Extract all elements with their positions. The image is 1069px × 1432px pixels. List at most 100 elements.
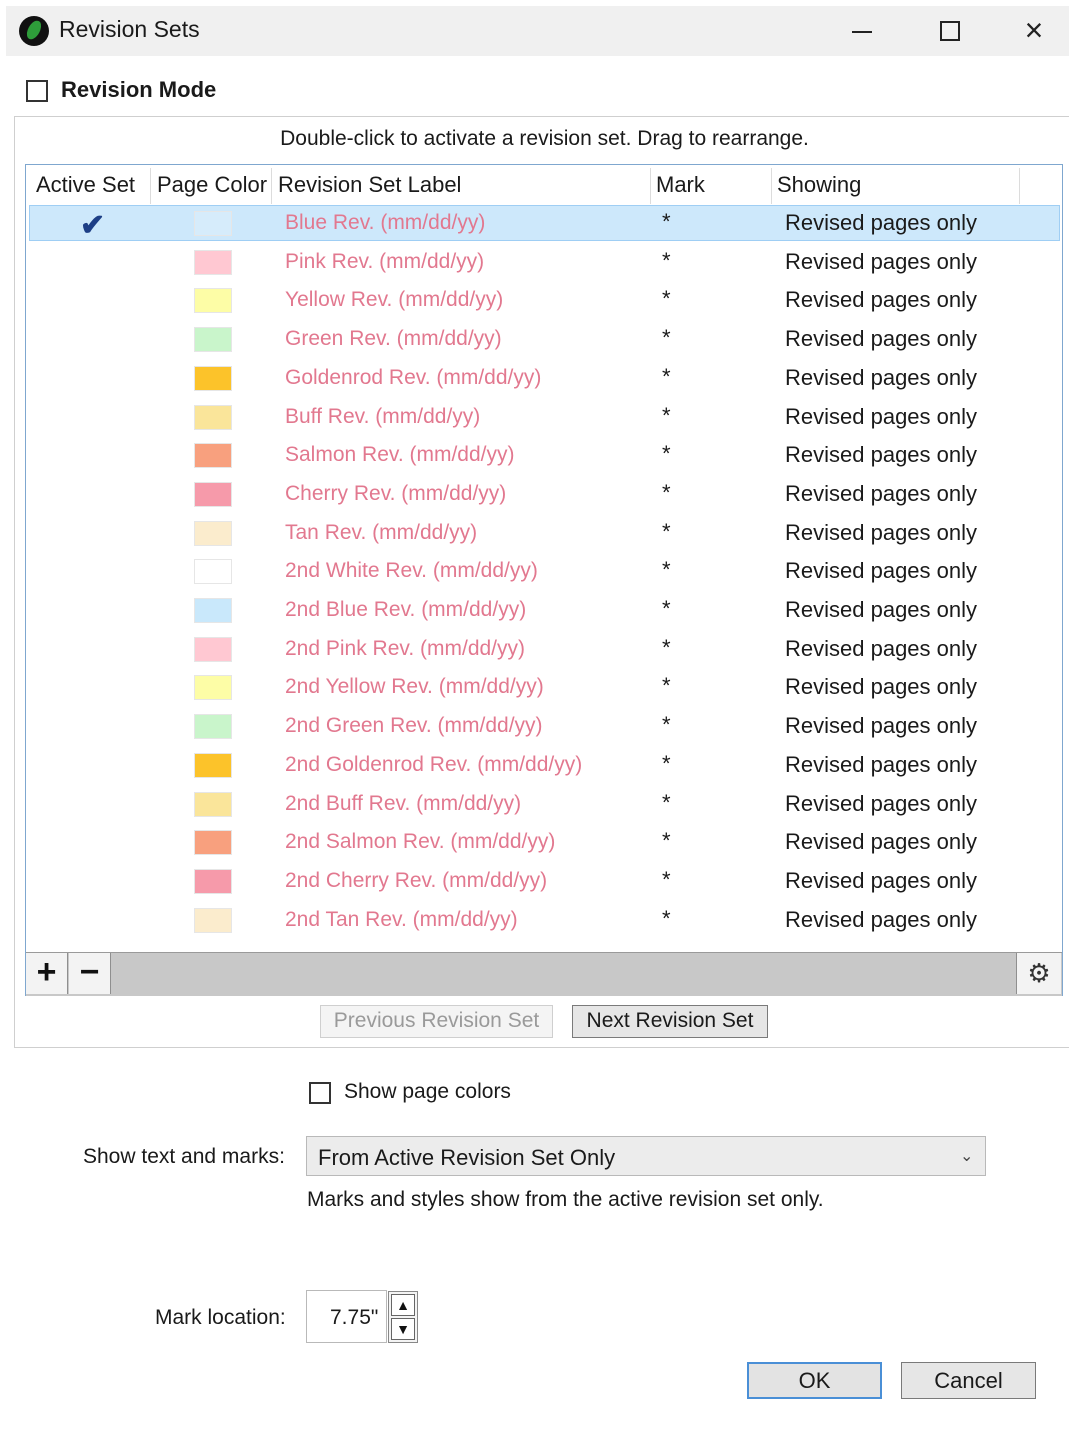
page-color-swatch bbox=[194, 559, 232, 584]
revision-mark: * bbox=[662, 790, 671, 815]
revision-set-label[interactable]: Tan Rev. (mm/dd/yy) bbox=[285, 521, 477, 545]
next-revision-set-button[interactable]: Next Revision Set bbox=[572, 1005, 768, 1038]
revision-mode-label: Revision Mode bbox=[61, 77, 217, 102]
page-color-swatch bbox=[194, 675, 232, 700]
show-text-marks-value: From Active Revision Set Only bbox=[318, 1145, 616, 1170]
showing-value[interactable]: Revised pages only bbox=[785, 404, 977, 430]
table-toolbar bbox=[26, 952, 1062, 996]
showing-value[interactable]: Revised pages only bbox=[785, 210, 977, 236]
revision-set-label[interactable]: Pink Rev. (mm/dd/yy) bbox=[285, 250, 484, 274]
showing-value[interactable]: Revised pages only bbox=[785, 907, 977, 933]
revision-set-label[interactable]: 2nd White Rev. (mm/dd/yy) bbox=[285, 559, 538, 583]
page-color-swatch bbox=[194, 482, 232, 507]
showing-value[interactable]: Revised pages only bbox=[785, 597, 977, 623]
revision-set-label[interactable]: 2nd Buff Rev. (mm/dd/yy) bbox=[285, 792, 521, 816]
column-header-mark[interactable]: Mark bbox=[656, 172, 705, 198]
revision-mark: * bbox=[662, 906, 671, 931]
showing-value[interactable]: Revised pages only bbox=[785, 868, 977, 894]
showing-value[interactable]: Revised pages only bbox=[785, 520, 977, 546]
revision-mark: * bbox=[662, 364, 671, 389]
showing-value[interactable]: Revised pages only bbox=[785, 442, 977, 468]
revision-set-label[interactable]: Green Rev. (mm/dd/yy) bbox=[285, 327, 502, 351]
revision-set-label[interactable]: Salmon Rev. (mm/dd/yy) bbox=[285, 443, 515, 467]
remove-revision-set-button[interactable]: − bbox=[69, 953, 111, 994]
page-color-swatch bbox=[194, 327, 232, 352]
cancel-button[interactable]: Cancel bbox=[901, 1362, 1036, 1399]
page-color-swatch bbox=[194, 637, 232, 662]
revision-mark: * bbox=[662, 248, 671, 273]
gear-icon[interactable]: ⚙ bbox=[1016, 953, 1061, 994]
page-color-swatch bbox=[194, 908, 232, 933]
page-color-swatch bbox=[194, 753, 232, 778]
page-color-swatch bbox=[194, 714, 232, 739]
page-color-swatch bbox=[194, 405, 232, 430]
showing-value[interactable]: Revised pages only bbox=[785, 249, 977, 275]
column-header-active-set[interactable]: Active Set bbox=[36, 172, 135, 198]
column-header-showing[interactable]: Showing bbox=[777, 172, 861, 198]
previous-revision-set-button[interactable]: Previous Revision Set bbox=[320, 1005, 553, 1038]
stepper-up-icon[interactable]: ▲ bbox=[391, 1294, 415, 1316]
ok-button[interactable]: OK bbox=[747, 1362, 882, 1399]
revision-mode-checkbox[interactable] bbox=[26, 80, 48, 102]
page-color-swatch bbox=[194, 250, 232, 275]
revision-set-label[interactable]: 2nd Tan Rev. (mm/dd/yy) bbox=[285, 908, 518, 932]
showing-value[interactable]: Revised pages only bbox=[785, 829, 977, 855]
revision-set-label[interactable]: Yellow Rev. (mm/dd/yy) bbox=[285, 288, 503, 312]
minimize-button[interactable] bbox=[840, 10, 880, 50]
showing-value[interactable]: Revised pages only bbox=[785, 365, 977, 391]
column-divider bbox=[150, 168, 151, 204]
stepper-down-icon[interactable]: ▼ bbox=[391, 1318, 415, 1340]
revision-set-label[interactable]: 2nd Yellow Rev. (mm/dd/yy) bbox=[285, 675, 544, 699]
revision-mark: * bbox=[662, 480, 671, 505]
showing-value[interactable]: Revised pages only bbox=[785, 791, 977, 817]
add-revision-set-button[interactable]: + bbox=[26, 953, 68, 994]
mark-location-label: Mark location: bbox=[155, 1306, 286, 1329]
revision-mark: * bbox=[662, 557, 671, 582]
revision-mark: * bbox=[662, 209, 671, 234]
active-check-icon: ✔ bbox=[80, 209, 106, 242]
column-divider bbox=[771, 168, 772, 204]
showing-value[interactable]: Revised pages only bbox=[785, 713, 977, 739]
show-page-colors-checkbox[interactable] bbox=[309, 1082, 331, 1104]
revision-set-label[interactable]: 2nd Cherry Rev. (mm/dd/yy) bbox=[285, 869, 547, 893]
page-color-swatch bbox=[194, 869, 232, 894]
hint-text: Double-click to activate a revision set.… bbox=[280, 127, 809, 150]
revision-set-label[interactable]: 2nd Green Rev. (mm/dd/yy) bbox=[285, 714, 543, 738]
revision-set-label[interactable]: 2nd Pink Rev. (mm/dd/yy) bbox=[285, 637, 525, 661]
revision-set-label[interactable]: 2nd Blue Rev. (mm/dd/yy) bbox=[285, 598, 526, 622]
showing-value[interactable]: Revised pages only bbox=[785, 752, 977, 778]
revision-mark: * bbox=[662, 635, 671, 660]
showing-value[interactable]: Revised pages only bbox=[785, 287, 977, 313]
revision-set-label[interactable]: 2nd Goldenrod Rev. (mm/dd/yy) bbox=[285, 753, 582, 777]
revision-set-label[interactable]: Cherry Rev. (mm/dd/yy) bbox=[285, 482, 506, 506]
page-color-swatch bbox=[194, 443, 232, 468]
page-color-swatch bbox=[194, 598, 232, 623]
revision-set-label[interactable]: Buff Rev. (mm/dd/yy) bbox=[285, 405, 480, 429]
revision-mark: * bbox=[662, 286, 671, 311]
revision-set-label[interactable]: 2nd Salmon Rev. (mm/dd/yy) bbox=[285, 830, 555, 854]
revision-mark: * bbox=[662, 519, 671, 544]
revision-set-label[interactable]: Goldenrod Rev. (mm/dd/yy) bbox=[285, 366, 541, 390]
close-button[interactable]: × bbox=[1014, 10, 1054, 50]
showing-value[interactable]: Revised pages only bbox=[785, 636, 977, 662]
showing-value[interactable]: Revised pages only bbox=[785, 326, 977, 352]
revision-mark: * bbox=[662, 673, 671, 698]
page-color-swatch bbox=[194, 521, 232, 546]
showing-value[interactable]: Revised pages only bbox=[785, 674, 977, 700]
showing-value[interactable]: Revised pages only bbox=[785, 558, 977, 584]
revision-mark: * bbox=[662, 441, 671, 466]
revision-mark: * bbox=[662, 403, 671, 428]
app-logo-icon bbox=[19, 16, 49, 46]
show-text-marks-description: Marks and styles show from the active re… bbox=[307, 1188, 824, 1211]
revision-set-label[interactable]: Blue Rev. (mm/dd/yy) bbox=[285, 211, 485, 235]
column-divider bbox=[650, 168, 651, 204]
mark-location-value: 7.75" bbox=[330, 1306, 379, 1329]
showing-value[interactable]: Revised pages only bbox=[785, 481, 977, 507]
column-header-page-color[interactable]: Page Color bbox=[157, 172, 267, 198]
chevron-down-icon[interactable]: ⌄ bbox=[960, 1146, 973, 1166]
column-divider bbox=[1019, 168, 1020, 204]
page-color-swatch bbox=[194, 288, 232, 313]
show-page-colors-label: Show page colors bbox=[344, 1080, 511, 1103]
maximize-button[interactable] bbox=[928, 10, 968, 50]
column-header-label[interactable]: Revision Set Label bbox=[278, 172, 461, 198]
